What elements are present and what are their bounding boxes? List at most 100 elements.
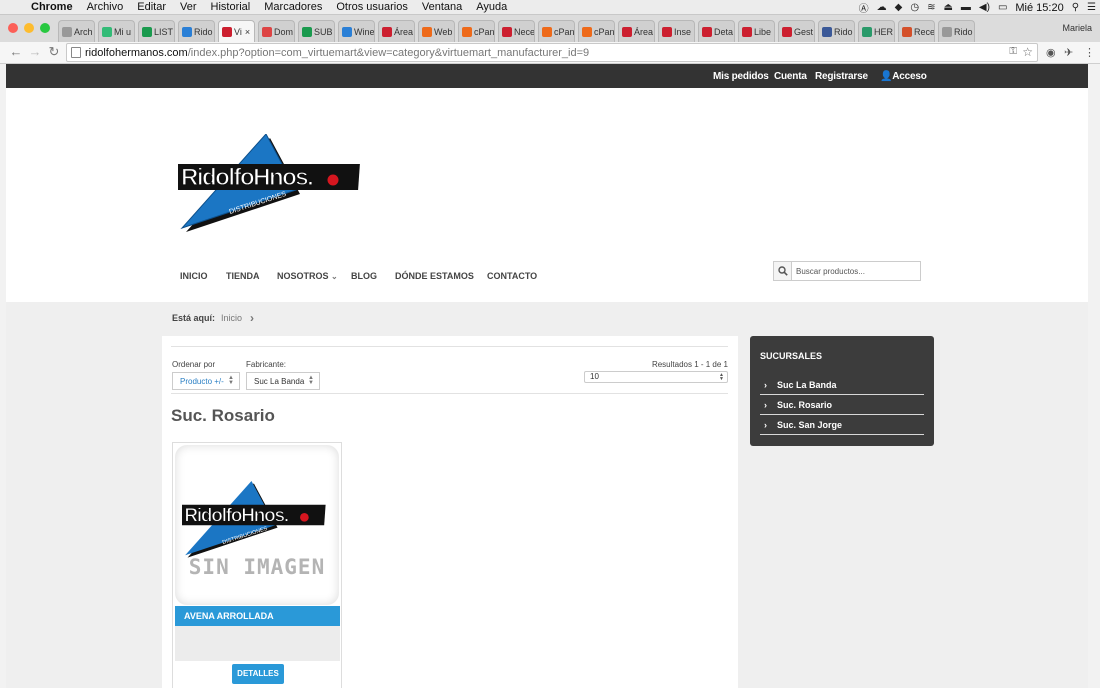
browser-tab[interactable]: LIST (138, 20, 175, 42)
key-icon[interactable]: ⚿ (1009, 46, 1017, 57)
sidebar-item-suc-la-banda[interactable]: › Suc La Banda (760, 376, 924, 395)
tab-label: Inse (674, 26, 692, 37)
browser-tab[interactable]: Deta (698, 20, 735, 42)
link-cuenta[interactable]: Cuenta (774, 71, 807, 82)
chevron-down-icon: ⌄ (331, 272, 338, 281)
chrome-menu-icon[interactable]: ⋮ (1084, 46, 1095, 59)
close-window-icon[interactable] (8, 23, 18, 33)
zoom-window-icon[interactable] (40, 23, 50, 33)
nav-contacto[interactable]: CONTACTO (487, 271, 537, 281)
clock[interactable]: Mié 15:20 (1015, 2, 1063, 14)
nav-donde-estamos[interactable]: DÓNDE ESTAMOS (395, 271, 474, 281)
browser-tab[interactable]: Libe (738, 20, 775, 42)
browser-tab[interactable]: Área (378, 20, 415, 42)
browser-tab[interactable]: Rido (178, 20, 215, 42)
tab-label: Rece (914, 26, 935, 37)
browser-tab[interactable]: Mi u (98, 20, 135, 42)
placeholder-logo-text: RidolfoHnos. (184, 505, 288, 526)
browser-tab[interactable]: Rido (938, 20, 975, 42)
link-registrarse[interactable]: Registrarse (815, 71, 868, 82)
per-page-value: 10 (590, 372, 599, 381)
site-logo[interactable]: RidolfoHnos. DISTRIBUCIONES (178, 134, 368, 234)
browser-tab[interactable]: Rido (818, 20, 855, 42)
notification-center-icon[interactable]: ☰ (1087, 2, 1096, 13)
address-bar[interactable]: ridolfohermanos.com /index.php?option=co… (66, 43, 1038, 62)
breadcrumb: Está aquí: Inicio › (172, 311, 254, 325)
manufacturer-select[interactable]: Suc La Banda ▲ ▼ (246, 372, 320, 390)
sidebar-item-suc-rosario[interactable]: › Suc. Rosario (760, 396, 924, 415)
breadcrumb-home[interactable]: Inicio (221, 313, 242, 323)
order-by-value: Producto +/- (180, 376, 224, 386)
back-icon[interactable]: ← (8, 44, 24, 59)
menu-marcadores[interactable]: Marcadores (257, 1, 329, 13)
profile-name[interactable]: Mariela (1062, 23, 1092, 33)
menu-ayuda[interactable]: Ayuda (469, 1, 514, 13)
tab-label: Área (634, 26, 654, 37)
browser-tab[interactable]: Arch (58, 20, 95, 42)
menu-otros-usuarios[interactable]: Otros usuarios (329, 1, 415, 13)
menu-ventana[interactable]: Ventana (415, 1, 469, 13)
tab-favicon-icon (502, 26, 512, 37)
browser-tab[interactable]: Inse (658, 20, 695, 42)
browser-tab[interactable]: cPan (458, 20, 495, 42)
eject-icon[interactable]: ⏏ (943, 2, 952, 13)
browser-tab[interactable]: SUB (298, 20, 335, 42)
extension-2-icon[interactable]: ✈ (1064, 46, 1073, 59)
menu-ver[interactable]: Ver (173, 1, 204, 13)
tab-label: Área (394, 26, 414, 37)
browser-tab[interactable]: Web (418, 20, 455, 42)
link-mis-pedidos[interactable]: Mis pedidos (713, 71, 769, 82)
browser-tab[interactable]: Área (618, 20, 655, 42)
product-image[interactable]: RidolfoHnos. DISTRIBUCIONES SIN IMAGEN (175, 445, 339, 605)
close-tab-icon[interactable]: × (245, 27, 250, 37)
dropbox-icon[interactable]: ◆ (895, 2, 903, 13)
menu-archivo[interactable]: Archivo (80, 1, 131, 13)
forward-icon[interactable]: → (27, 44, 43, 59)
menu-app-name[interactable]: Chrome (24, 1, 80, 13)
bookmark-star-icon[interactable]: ☆ (1022, 45, 1033, 59)
tab-label: Arch (74, 26, 93, 37)
browser-tab[interactable]: Dom (258, 20, 295, 42)
per-page-select[interactable]: 10 ▲ ▼ (584, 371, 728, 383)
browser-tab[interactable]: Vi × (218, 20, 255, 42)
wifi-icon[interactable]: ≋ (927, 2, 935, 13)
reload-icon[interactable]: ↻ (46, 44, 62, 60)
product-name[interactable]: AVENA ARROLLADA (175, 606, 340, 626)
search-input[interactable] (792, 262, 920, 280)
minimize-window-icon[interactable] (24, 23, 34, 33)
tab-label: Web (434, 26, 453, 37)
extension-icon[interactable]: ◉ (1046, 46, 1056, 59)
adobe-icon[interactable]: Ⓐ (859, 0, 869, 15)
nav-tienda[interactable]: TIENDA (226, 271, 260, 281)
link-acceso-label: Acceso (892, 71, 927, 82)
tab-favicon-icon (462, 26, 472, 37)
browser-tab[interactable]: Wine (338, 20, 375, 42)
menu-historial[interactable]: Historial (204, 1, 258, 13)
browser-tab[interactable]: cPan (578, 20, 615, 42)
tab-label: SUB (314, 26, 333, 37)
nav-blog[interactable]: BLOG (351, 271, 377, 281)
browser-toolbar: ← → ↻ ridolfohermanos.com /index.php?opt… (0, 42, 1100, 64)
browser-tab[interactable]: Nece (498, 20, 535, 42)
volume-icon[interactable]: ◀) (979, 2, 990, 13)
sidebar-item-label: Suc. San Jorge (777, 420, 843, 430)
cloud-icon[interactable]: ☁ (877, 2, 887, 13)
order-by-select[interactable]: Producto +/- ▲ ▼ (172, 372, 240, 390)
browser-tab[interactable]: Rece (898, 20, 935, 42)
details-button[interactable]: DETALLES (232, 664, 284, 684)
link-acceso[interactable]: 👤Acceso (880, 71, 927, 82)
browser-tab[interactable]: Gest (778, 20, 815, 42)
sidebar-item-suc-san-jorge[interactable]: › Suc. San Jorge (760, 416, 924, 435)
browser-tab[interactable]: HER (858, 20, 895, 42)
nav-nosotros[interactable]: NOSOTROS ⌄ (277, 271, 338, 281)
battery-icon[interactable]: ▭ (998, 2, 1007, 13)
menu-editar[interactable]: Editar (130, 1, 173, 13)
nav-inicio[interactable]: INICIO (180, 271, 208, 281)
flag-icon[interactable]: ▬ (961, 2, 971, 13)
results-count: Resultados 1 - 1 de 1 (651, 360, 728, 369)
time-machine-icon[interactable]: ◷ (910, 2, 919, 13)
browser-tab[interactable]: cPan (538, 20, 575, 42)
spotlight-icon[interactable]: ⚲ (1072, 2, 1079, 13)
search-button[interactable] (774, 262, 792, 280)
tab-favicon-icon (782, 26, 792, 37)
